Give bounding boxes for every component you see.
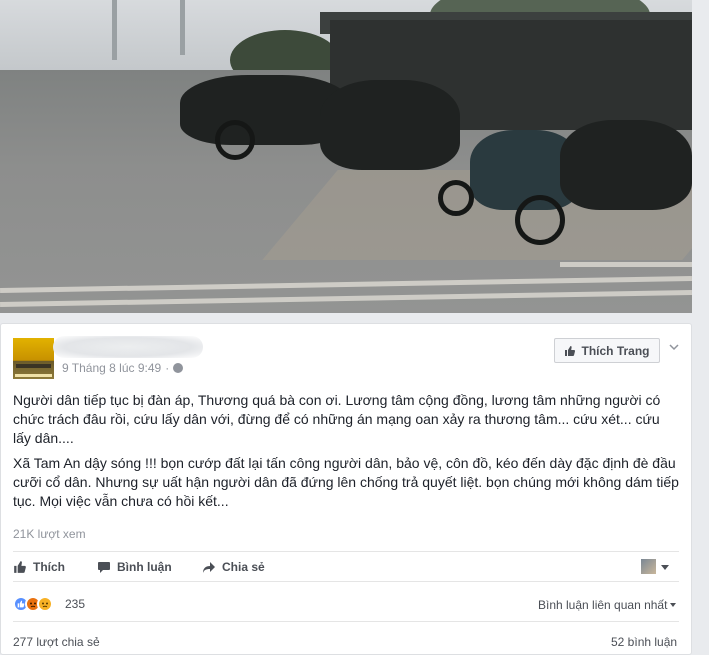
like-label: Thích — [33, 560, 65, 574]
view-count: 21K lượt xem — [13, 527, 86, 541]
video-wheel — [515, 195, 565, 245]
comment-label: Bình luận — [117, 560, 172, 574]
post-paragraph-1: Người dân tiếp tục bị đàn áp, Thương quá… — [13, 392, 661, 446]
post-meta: 9 Tháng 8 lúc 9:49 · — [62, 361, 184, 375]
divider — [13, 621, 679, 622]
like-page-button[interactable]: Thích Trang — [554, 338, 660, 363]
reaction-icons[interactable] — [13, 596, 53, 612]
caret-down-icon[interactable] — [661, 565, 669, 570]
video-player[interactable] — [0, 0, 692, 313]
thumbs-up-icon — [14, 561, 26, 573]
video-pole — [180, 0, 185, 55]
comment-count[interactable]: 52 bình luận — [611, 635, 677, 649]
like-button[interactable]: Thích — [13, 558, 65, 576]
viewer-avatar[interactable] — [641, 559, 656, 574]
video-wheel — [215, 120, 255, 160]
page-name-redacted[interactable] — [53, 336, 203, 358]
meta-separator: · — [165, 361, 170, 375]
share-button[interactable]: Chia sẻ — [202, 558, 265, 576]
share-label: Chia sẻ — [222, 560, 265, 574]
thumbs-up-icon — [565, 345, 576, 356]
video-pole — [112, 0, 117, 60]
speech-bubble-icon — [98, 562, 110, 573]
comment-sort-label: Bình luận liên quan nhất — [538, 598, 668, 612]
divider — [13, 551, 679, 552]
globe-icon — [173, 363, 184, 373]
video-road-stripe — [560, 262, 692, 267]
post-timestamp[interactable]: 9 Tháng 8 lúc 9:49 — [62, 361, 161, 375]
share-arrow-icon — [203, 562, 215, 573]
video-motorbikes — [560, 120, 692, 210]
comment-button[interactable]: Bình luận — [97, 558, 172, 576]
avatar-band — [16, 364, 51, 368]
comment-sort-dropdown[interactable]: Bình luận liên quan nhất — [538, 598, 677, 612]
video-motorbikes — [320, 80, 460, 170]
sad-reaction-icon — [37, 596, 53, 612]
share-count[interactable]: 277 lượt chia sẻ — [13, 635, 100, 649]
caret-down-icon — [670, 603, 677, 607]
like-page-label: Thích Trang — [581, 343, 650, 358]
avatar-caption — [15, 374, 52, 377]
page-avatar[interactable] — [13, 338, 54, 379]
reaction-count[interactable]: 235 — [65, 597, 85, 611]
chevron-down-icon[interactable] — [669, 342, 679, 352]
divider — [13, 581, 679, 582]
post-card: 9 Tháng 8 lúc 9:49 · Thích Trang Người dâ… — [0, 323, 692, 655]
post-paragraph-2: Xã Tam An dậy sóng !!! bọn cướp đất lại … — [13, 455, 679, 509]
video-wheel — [438, 180, 474, 216]
